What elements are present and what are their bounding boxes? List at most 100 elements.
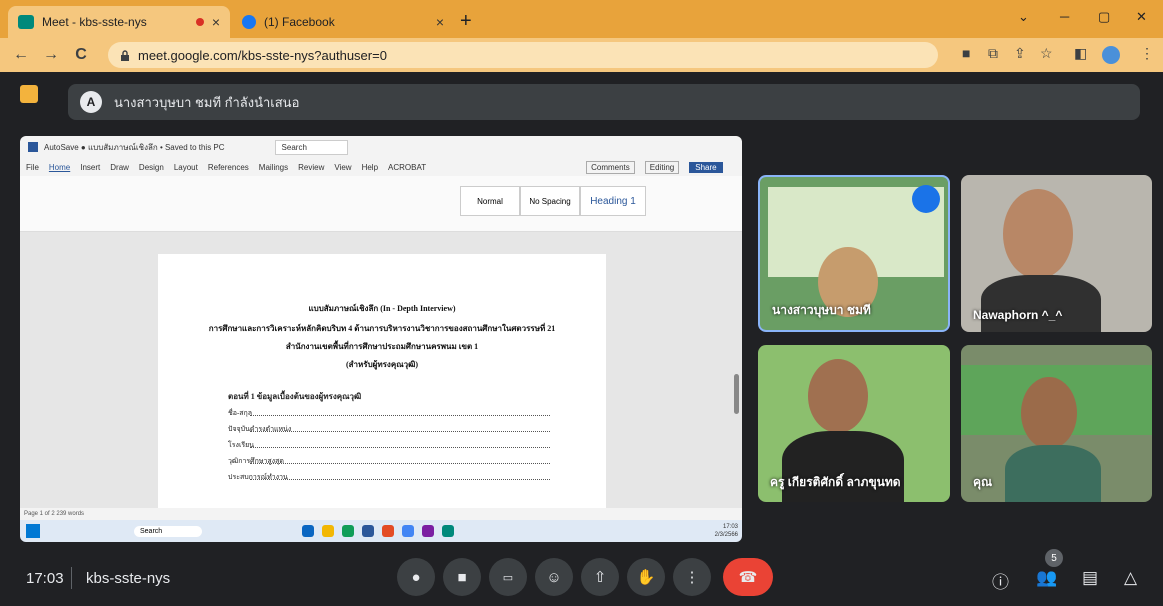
dotted-line xyxy=(250,415,550,416)
participant-face xyxy=(1003,189,1073,279)
bookmark-star-icon[interactable]: ☆ xyxy=(1040,45,1053,62)
share-button[interactable]: Share xyxy=(689,161,723,173)
participant-tile[interactable]: คุณ xyxy=(961,345,1152,502)
ribbon-tab[interactable]: View xyxy=(334,163,351,172)
participant-tile[interactable]: Nawaphorn ^_^ xyxy=(961,175,1152,332)
speaking-indicator-icon xyxy=(912,185,940,213)
edge-icon[interactable] xyxy=(342,525,355,537)
browser-toolbar: ← → C meet.google.com/kbs-sste-nys?authu… xyxy=(0,38,1163,72)
windows-start-icon[interactable] xyxy=(26,524,40,538)
ribbon-tab[interactable]: Draw xyxy=(110,163,129,172)
ribbon-tab[interactable]: Review xyxy=(298,163,324,172)
minimize-button[interactable]: ─ xyxy=(1060,9,1069,24)
doc-heading: แบบสัมภาษณ์เชิงลึก (In - Depth Interview… xyxy=(308,304,456,313)
doc-heading: สำนักงานเขตพื้นที่การศึกษาประถมศึกษานครพ… xyxy=(285,342,479,351)
chrome-icon[interactable] xyxy=(402,525,415,537)
dotted-line xyxy=(250,463,550,464)
app-icon[interactable] xyxy=(382,525,395,537)
ribbon-tab[interactable]: Help xyxy=(362,163,378,172)
tab-meet[interactable]: Meet - kbs-sste-nys × xyxy=(8,6,230,38)
participant-body xyxy=(1005,445,1101,502)
meeting-code: kbs-sste-nys xyxy=(86,570,171,587)
chevron-down-icon[interactable]: ⌄ xyxy=(1018,9,1029,25)
sidepanel-icon[interactable]: ◧ xyxy=(1074,45,1087,62)
ribbon-tab[interactable]: Insert xyxy=(80,163,100,172)
tab-close-button[interactable]: × xyxy=(436,14,444,30)
document-page[interactable]: แบบสัมภาษณ์เชิงลึก (In - Depth Interview… xyxy=(158,254,606,514)
folder-icon[interactable] xyxy=(322,525,335,537)
tab-facebook[interactable]: (1) Facebook × xyxy=(232,6,454,38)
app-icon[interactable] xyxy=(442,525,455,537)
tab-title: Meet - kbs-sste-nys xyxy=(42,15,147,29)
present-button[interactable]: ⇧ xyxy=(581,558,619,596)
tab-title: (1) Facebook xyxy=(264,15,335,29)
ribbon-tab[interactable]: File xyxy=(26,163,39,172)
captions-icon: ▭ xyxy=(502,571,514,584)
info-icon[interactable]: ⓘ xyxy=(992,568,1009,593)
participant-tile[interactable]: นางสาวบุษบา ชมที xyxy=(758,175,950,332)
participant-name: นางสาวบุษบา ชมที xyxy=(772,303,871,317)
ribbon-tab[interactable]: Design xyxy=(139,163,164,172)
participant-face xyxy=(1021,377,1077,449)
shared-screen[interactable]: AutoSave ● แบบสัมภาษณ์เชิงลึก • Saved to… xyxy=(20,136,742,542)
meeting-clock: 17:03 xyxy=(26,570,64,587)
reactions-button[interactable]: ☺ xyxy=(535,558,573,596)
style-heading-1[interactable]: Heading 1 xyxy=(580,186,646,216)
presenter-text: นางสาวบุษบา ชมที กำลังนำเสนอ xyxy=(114,94,300,110)
share-icon[interactable]: ⇪ xyxy=(1014,45,1026,62)
people-icon[interactable]: 👥 xyxy=(1036,568,1057,588)
form-field-label: ชื่อ-สกุล xyxy=(228,409,253,417)
forward-button[interactable]: → xyxy=(36,46,66,64)
reload-button[interactable]: C xyxy=(66,46,96,64)
doc-heading: (สำหรับผู้ทรงคุณวุฒิ) xyxy=(345,360,418,369)
divider xyxy=(71,567,72,589)
ribbon-tab[interactable]: Layout xyxy=(174,163,198,172)
taskbar-time: 17:03 xyxy=(722,524,738,530)
app-icon[interactable] xyxy=(422,525,435,537)
scrollbar[interactable] xyxy=(734,374,739,414)
activities-icon[interactable]: △ xyxy=(1124,568,1137,588)
close-window-button[interactable]: ✕ xyxy=(1136,9,1147,25)
ribbon-tab[interactable]: Mailings xyxy=(259,163,288,172)
form-field-label: โรงเรียน xyxy=(228,441,254,449)
app-icon[interactable] xyxy=(302,525,315,537)
participant-tile[interactable]: ครู เกียรติศักดิ์ ลาภขุนทด xyxy=(758,345,950,502)
microphone-icon: ● xyxy=(411,568,421,586)
more-options-button[interactable]: ⋮ xyxy=(673,558,711,596)
camera-button[interactable]: ■ xyxy=(443,558,481,596)
comments-button[interactable]: Comments xyxy=(586,160,635,174)
participant-body xyxy=(981,275,1101,332)
present-screen-icon[interactable] xyxy=(20,85,38,103)
taskbar-search[interactable]: Search xyxy=(134,525,203,537)
maximize-button[interactable]: ▢ xyxy=(1098,9,1110,25)
raise-hand-button[interactable]: ✋ xyxy=(627,558,665,596)
more-vertical-icon: ⋮ xyxy=(684,569,700,586)
participant-face xyxy=(808,359,868,433)
hand-icon: ✋ xyxy=(636,569,656,586)
ribbon-tab[interactable]: Home xyxy=(49,163,70,172)
back-button[interactable]: ← xyxy=(6,46,36,64)
url-text: meet.google.com/kbs-sste-nys?authuser=0 xyxy=(138,47,387,63)
dotted-line xyxy=(250,447,550,448)
form-field-label: ประสบการณ์ทำงาน xyxy=(228,473,288,481)
leave-call-button[interactable]: ☎ xyxy=(723,558,773,596)
ribbon-tab[interactable]: References xyxy=(208,163,249,172)
microphone-button[interactable]: ● xyxy=(397,558,435,596)
new-tab-button[interactable]: + xyxy=(460,10,472,33)
chat-icon[interactable]: ▤ xyxy=(1082,568,1098,588)
editing-button[interactable]: Editing xyxy=(644,160,680,174)
google-meet-icon xyxy=(18,15,34,29)
address-bar[interactable]: meet.google.com/kbs-sste-nys?authuser=0 xyxy=(108,42,938,68)
captions-button[interactable]: ▭ xyxy=(489,558,527,596)
style-normal[interactable]: Normal xyxy=(460,186,520,216)
translate-icon[interactable]: ⧉ xyxy=(988,45,998,62)
word-icon[interactable] xyxy=(362,525,375,537)
avatar: A xyxy=(80,91,102,113)
ribbon-tab[interactable]: ACROBAT xyxy=(388,163,426,172)
word-search-box[interactable]: Search xyxy=(274,139,348,155)
camera-icon[interactable]: ■ xyxy=(962,45,970,61)
profile-avatar[interactable] xyxy=(1102,46,1120,64)
tab-close-button[interactable]: × xyxy=(212,14,220,30)
style-no-spacing[interactable]: No Spacing xyxy=(520,186,580,216)
more-menu-icon[interactable]: ⋮ xyxy=(1140,45,1154,62)
